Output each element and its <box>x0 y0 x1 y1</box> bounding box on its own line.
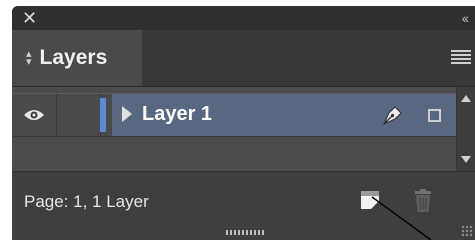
close-icon[interactable]: ✕ <box>22 8 37 28</box>
layer-name: Layer 1 <box>142 103 213 125</box>
pen-icon <box>382 106 402 126</box>
layers-panel: ✕ ‹‹ ▴ ▾ Layers Layer 1 Page: 1, 1 Layer <box>12 6 475 240</box>
layer-list: Layer 1 <box>12 87 475 171</box>
layer-row[interactable]: Layer 1 <box>12 93 457 137</box>
layer-item[interactable]: Layer 1 <box>112 94 457 136</box>
scrollbar[interactable] <box>456 87 475 171</box>
eye-icon <box>24 110 44 120</box>
status-text: Page: 1, 1 Layer <box>24 192 149 211</box>
selection-indicator[interactable] <box>428 109 441 122</box>
tab-layers[interactable]: ▴ ▾ Layers <box>12 30 142 86</box>
scroll-down-icon[interactable] <box>461 156 471 163</box>
sort-arrows-icon: ▴ ▾ <box>26 48 32 68</box>
tab-bar: ▴ ▾ Layers <box>12 30 475 87</box>
layer-color-chip <box>100 98 106 132</box>
corner-resize-grip[interactable] <box>461 225 473 237</box>
lock-toggle[interactable] <box>56 94 101 136</box>
resize-grip[interactable] <box>226 230 266 235</box>
panel-titlebar: ✕ ‹‹ <box>12 6 475 30</box>
scroll-up-icon[interactable] <box>461 95 471 102</box>
panel-menu-icon[interactable] <box>451 50 471 64</box>
trash-icon[interactable] <box>412 189 434 213</box>
new-layer-icon[interactable] <box>360 190 380 210</box>
tab-label: Layers <box>39 46 108 69</box>
visibility-toggle[interactable] <box>12 94 57 136</box>
collapse-icon[interactable]: ‹‹ <box>462 8 469 28</box>
panel-footer: Page: 1, 1 Layer <box>12 171 475 240</box>
expand-triangle-icon[interactable] <box>122 106 132 122</box>
